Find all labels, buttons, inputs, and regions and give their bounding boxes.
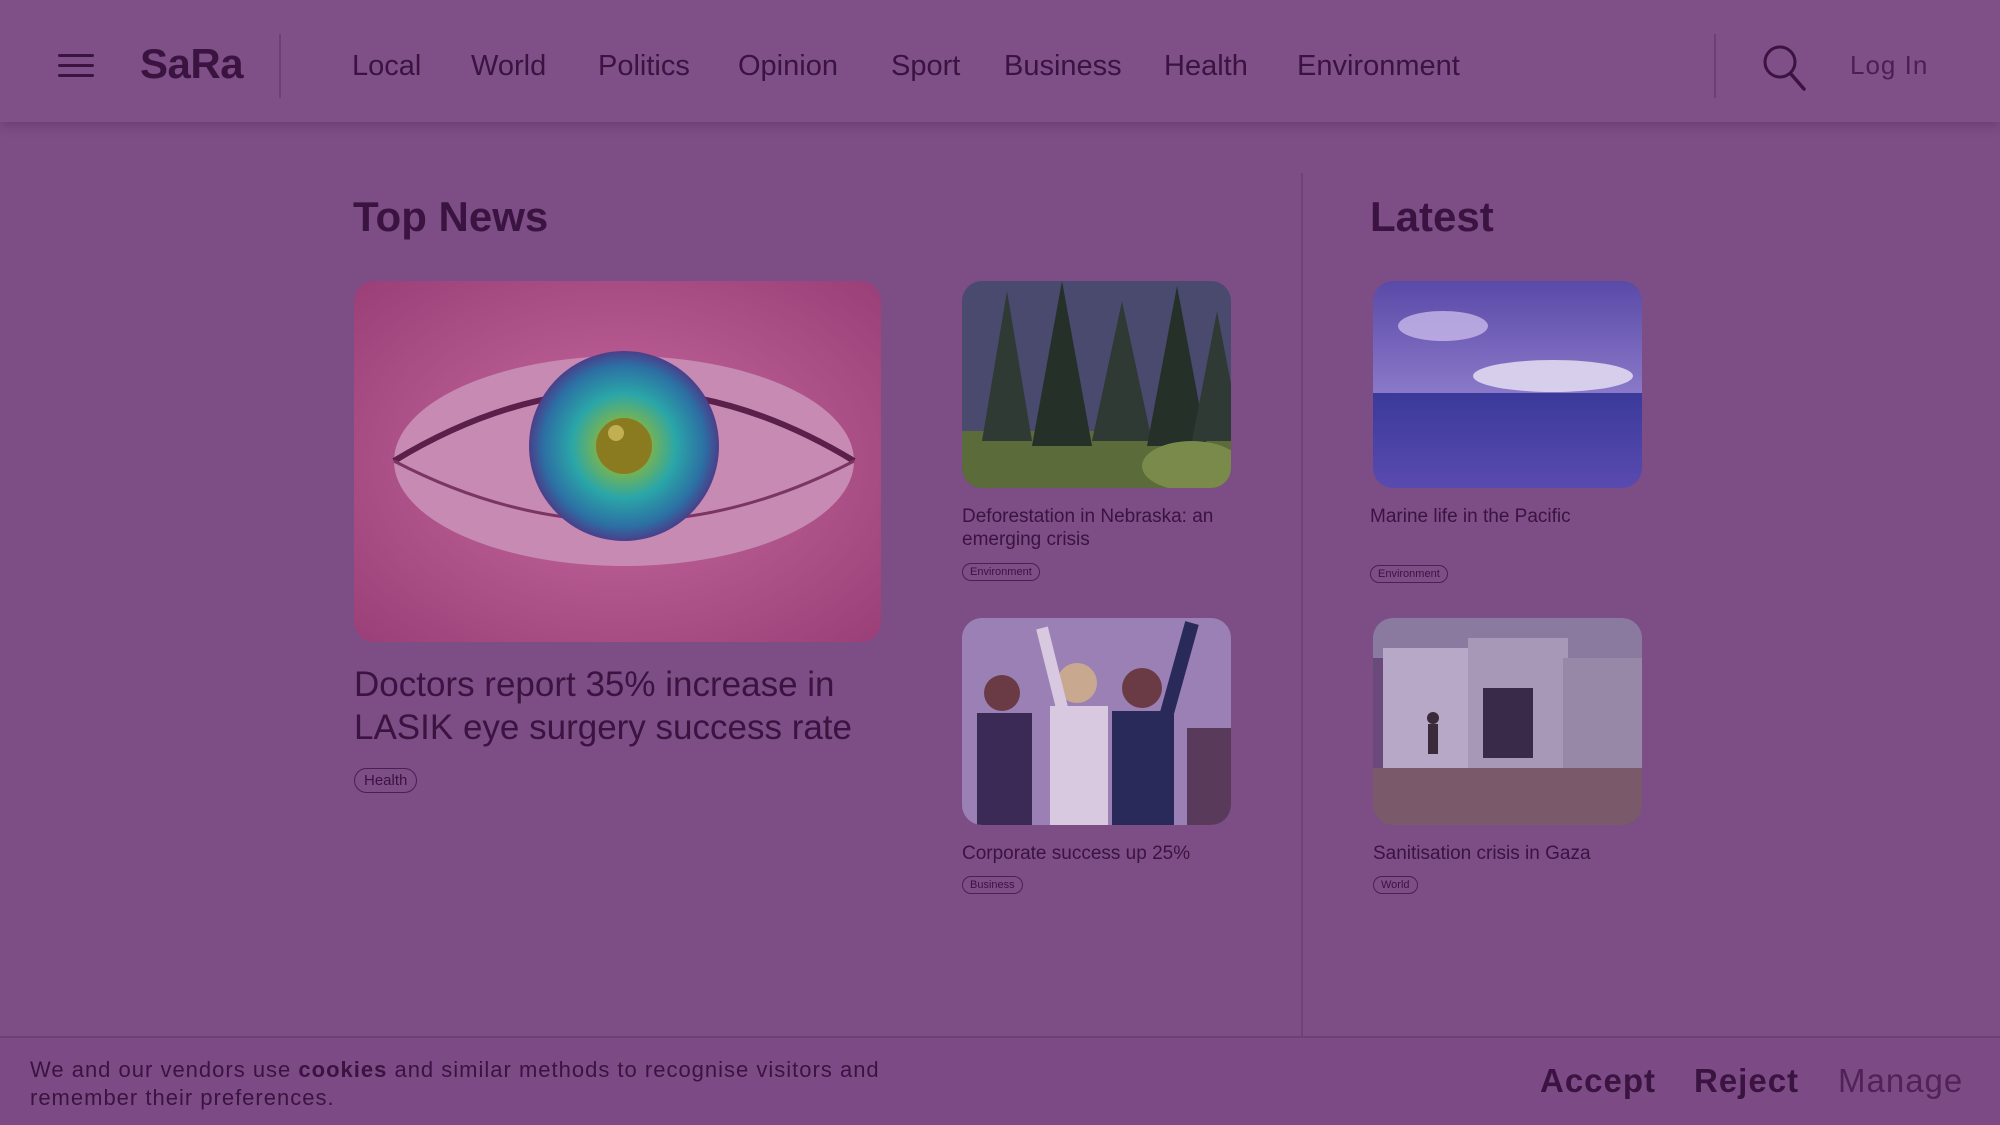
column-divider (1301, 173, 1303, 1038)
side-story-1-tag[interactable]: Environment (962, 563, 1040, 581)
main-story-image[interactable] (354, 281, 881, 642)
nav-world[interactable]: World (471, 50, 546, 83)
hamburger-menu-icon[interactable] (58, 54, 94, 78)
latest-1-tag[interactable]: Environment (1370, 565, 1448, 583)
top-news-title: Top News (353, 193, 549, 240)
login-link[interactable]: Log In (1850, 50, 1928, 81)
header-divider (279, 34, 281, 98)
nav-opinion[interactable]: Opinion (738, 50, 838, 83)
nav-sport[interactable]: Sport (891, 50, 960, 83)
latest-1-title[interactable]: Marine life in the Pacific (1370, 506, 1650, 529)
reject-button[interactable]: Reject (1694, 1062, 1799, 1100)
latest-2-tag[interactable]: World (1373, 876, 1418, 894)
main-story-headline[interactable]: Doctors report 35% increase in LASIK eye… (354, 664, 894, 749)
latest-2-image[interactable] (1373, 618, 1642, 825)
site-header: SaRa Local World Politics Opinion Sport … (0, 0, 2000, 122)
latest-title: Latest (1370, 193, 1494, 240)
nav-business[interactable]: Business (1004, 50, 1122, 83)
cookie-banner: We and our vendors use cookies and simil… (0, 1036, 2000, 1125)
side-story-2-tag[interactable]: Business (962, 876, 1023, 894)
side-story-2-title[interactable]: Corporate success up 25% (962, 843, 1242, 866)
search-icon[interactable] (1762, 44, 1808, 92)
nav-health[interactable]: Health (1164, 50, 1248, 83)
manage-button[interactable]: Manage (1838, 1062, 1963, 1100)
cookies-link[interactable]: cookies (298, 1057, 387, 1082)
latest-2-title[interactable]: Sanitisation crisis in Gaza (1373, 843, 1653, 866)
nav-politics[interactable]: Politics (598, 50, 690, 83)
page: SaRa Local World Politics Opinion Sport … (0, 0, 2000, 1125)
accept-button[interactable]: Accept (1540, 1062, 1656, 1100)
side-story-2-image[interactable] (962, 618, 1231, 825)
main-story-tag[interactable]: Health (354, 768, 418, 793)
nav-local[interactable]: Local (352, 50, 421, 83)
latest-1-image[interactable] (1373, 281, 1642, 488)
cookie-text-before: We and our vendors use (30, 1057, 299, 1082)
cookie-message: We and our vendors use cookies and simil… (30, 1056, 990, 1111)
site-logo[interactable]: SaRa (140, 40, 244, 88)
side-story-1-title[interactable]: Deforestation in Nebraska: an emerging c… (962, 506, 1242, 552)
nav-environment[interactable]: Environment (1297, 50, 1460, 83)
side-story-1-image[interactable] (962, 281, 1231, 488)
header-divider-right (1714, 34, 1716, 98)
